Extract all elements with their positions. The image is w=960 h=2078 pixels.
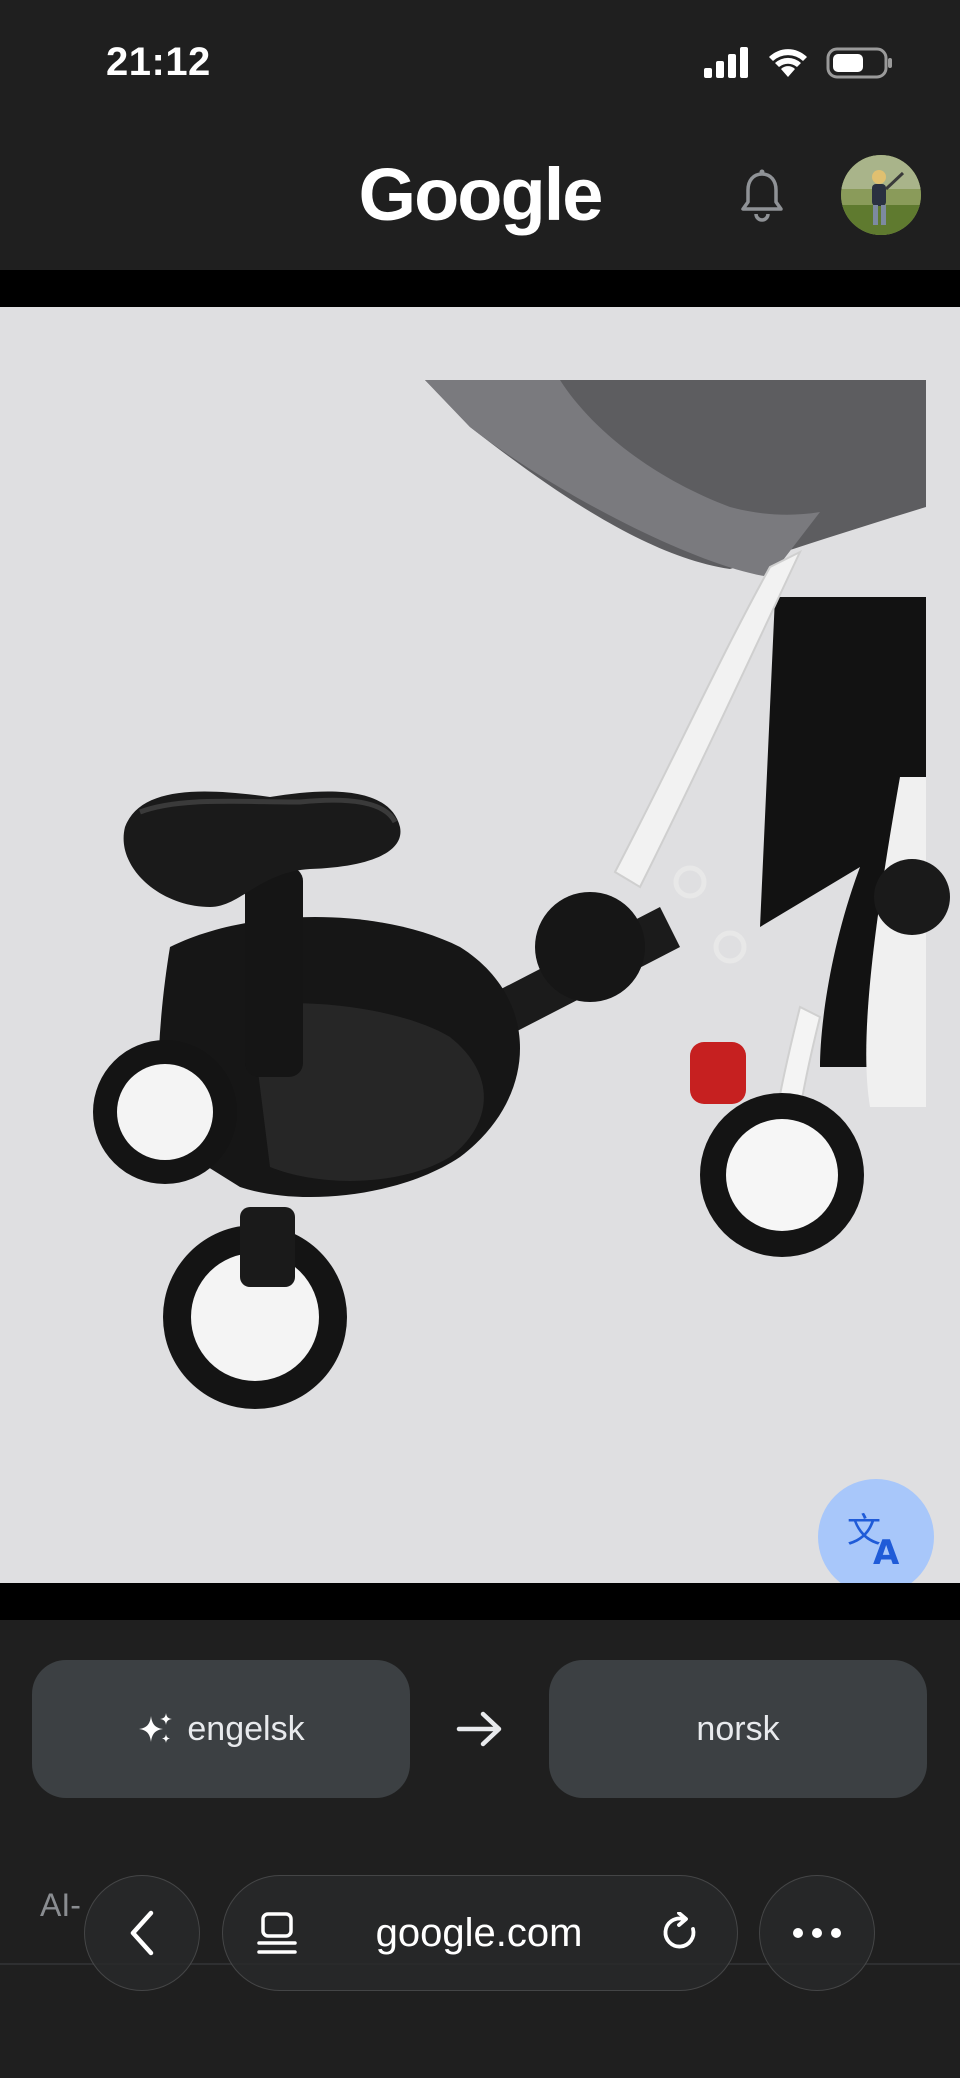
more-options-button[interactable]	[759, 1875, 875, 1991]
source-language-label: engelsk	[187, 1709, 305, 1748]
app-header: Google	[0, 130, 960, 270]
status-time: 21:12	[106, 40, 211, 84]
arrow-right-icon[interactable]	[455, 1708, 505, 1750]
address-bar[interactable]: google.com	[222, 1875, 738, 1991]
target-language-button[interactable]: norsk	[549, 1660, 927, 1798]
wifi-icon	[769, 49, 807, 77]
chevron-left-icon	[130, 1910, 154, 1956]
battery-icon	[826, 47, 892, 79]
sparkle-icon	[139, 1713, 173, 1743]
divider-strip-top	[0, 270, 960, 307]
main-image[interactable]	[0, 307, 960, 1583]
avatar[interactable]	[841, 155, 921, 235]
svg-text:A: A	[873, 1533, 900, 1568]
translate-button[interactable]: 文 A	[818, 1479, 934, 1595]
status-bar: 21:12	[0, 0, 960, 130]
avatar-photo	[841, 155, 921, 235]
divider-strip-bottom	[0, 1583, 960, 1620]
ellipsis-icon	[793, 1928, 841, 1938]
bell-icon[interactable]	[740, 168, 784, 226]
status-icons	[702, 46, 894, 80]
browser-toolbar: google.com	[0, 1875, 960, 1995]
target-language-label: norsk	[696, 1709, 780, 1748]
signal-icon	[704, 47, 748, 78]
source-language-button[interactable]: engelsk	[32, 1660, 410, 1798]
language-bar: engelsk norsk	[0, 1620, 960, 1890]
back-button[interactable]	[84, 1875, 200, 1991]
reload-icon[interactable]	[661, 1912, 701, 1954]
url-text[interactable]: google.com	[376, 1911, 583, 1956]
translate-icon: 文 A	[847, 1511, 900, 1568]
stroller-board-image	[93, 380, 950, 1409]
tab-overview-icon[interactable]	[257, 1911, 297, 1955]
google-logo[interactable]: Google	[0, 152, 960, 237]
